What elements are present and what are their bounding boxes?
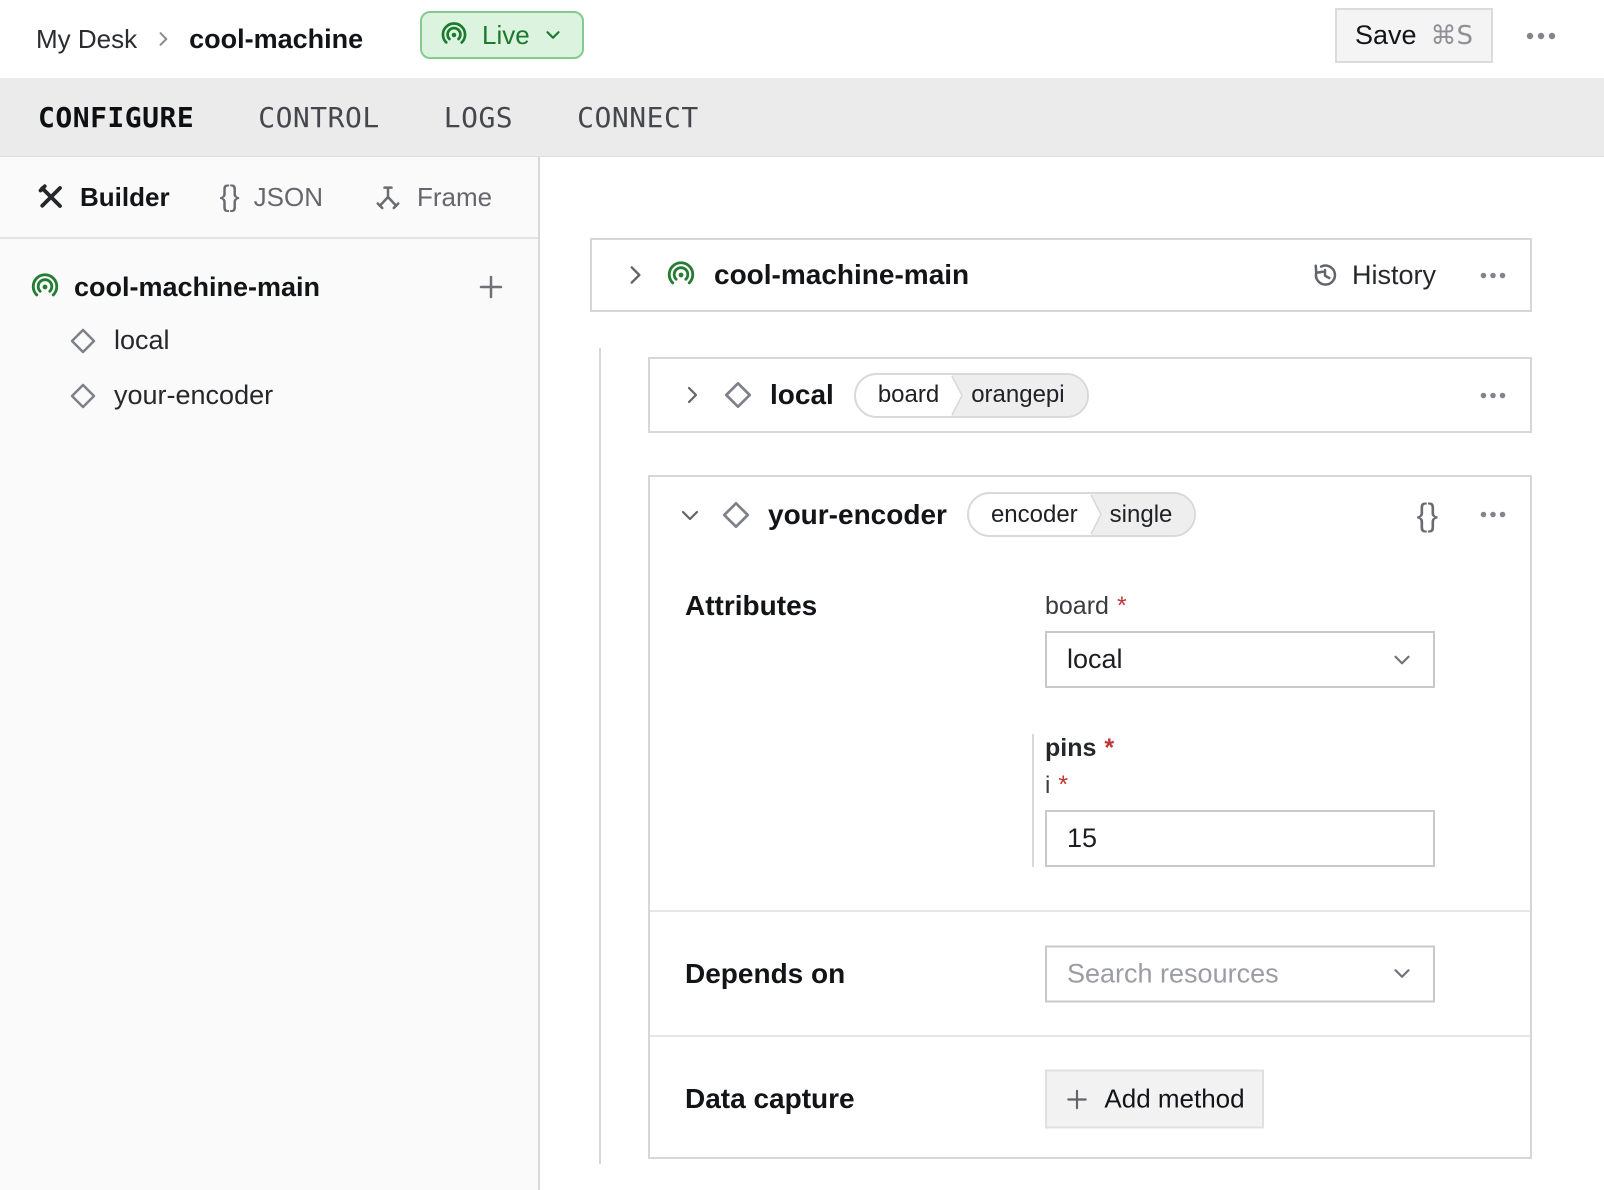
- board-select-value: local: [1067, 644, 1123, 675]
- component-diamond-icon: [720, 499, 752, 531]
- component-diamond-icon: [722, 379, 754, 411]
- config-main-panel: cool-machine-main History: [540, 157, 1604, 1190]
- view-tab-label: JSON: [254, 182, 323, 213]
- view-mode-tabs: Builder {} JSON Frame: [0, 157, 538, 239]
- tab-configure[interactable]: CONFIGURE: [38, 101, 194, 134]
- breadcrumb-parent-link[interactable]: My Desk: [36, 24, 137, 55]
- json-view-button[interactable]: {}: [1413, 495, 1442, 535]
- tree-root-machine[interactable]: cool-machine-main: [28, 261, 510, 313]
- data-capture-section: Data capture Add method: [650, 1035, 1530, 1161]
- attributes-section: Attributes board* local pins* i*: [650, 552, 1530, 910]
- view-tab-json[interactable]: {} JSON: [220, 182, 323, 213]
- badge-model: single: [1106, 494, 1195, 535]
- expand-chevron-right-icon[interactable]: [618, 258, 652, 292]
- live-icon: [664, 258, 698, 292]
- tab-logs[interactable]: LOGS: [444, 101, 513, 134]
- local-card-title: local: [770, 379, 834, 411]
- breadcrumb: My Desk cool-machine: [36, 0, 363, 78]
- history-icon: [1310, 260, 1340, 290]
- tree-item-label: your-encoder: [114, 380, 273, 411]
- add-component-button[interactable]: [472, 268, 510, 306]
- encoder-resource-card: your-encoder encoder single {} Attribute…: [648, 475, 1532, 1159]
- required-marker: *: [1104, 734, 1114, 762]
- collapse-chevron-down-icon[interactable]: [674, 499, 706, 531]
- chevron-down-icon: [1389, 647, 1415, 673]
- component-diamond-icon: [68, 326, 98, 356]
- tree-item-your-encoder[interactable]: your-encoder: [68, 368, 510, 423]
- tree-item-local[interactable]: local: [68, 313, 510, 368]
- local-resource-card: local board orangepi: [648, 357, 1532, 433]
- save-label: Save: [1355, 20, 1417, 51]
- view-tab-label: Frame: [417, 182, 492, 213]
- tree-item-label: local: [114, 325, 170, 356]
- live-icon: [438, 19, 470, 51]
- encoder-card-title: your-encoder: [768, 499, 947, 531]
- tab-control[interactable]: CONTROL: [258, 101, 380, 134]
- frame-icon: [373, 182, 403, 212]
- view-tab-label: Builder: [80, 182, 170, 213]
- live-label: Live: [482, 20, 530, 51]
- topbar-menu-button[interactable]: [1522, 28, 1560, 44]
- tab-connect[interactable]: CONNECT: [577, 101, 699, 134]
- view-tab-frame[interactable]: Frame: [373, 182, 492, 213]
- board-select[interactable]: local: [1045, 631, 1435, 688]
- machine-card-menu-button[interactable]: [1476, 268, 1510, 283]
- tree-connector-line: [599, 348, 601, 1164]
- depends-on-placeholder: Search resources: [1067, 958, 1279, 989]
- component-diamond-icon: [68, 381, 98, 411]
- save-button[interactable]: Save ⌘S: [1335, 8, 1493, 63]
- badge-type: board: [856, 375, 947, 416]
- tree-children: local your-encoder: [28, 313, 510, 423]
- chevron-down-icon: [542, 24, 564, 46]
- pins-group-label: pins*: [1045, 734, 1435, 763]
- braces-icon: {}: [220, 182, 240, 212]
- pin-i-value: 15: [1067, 823, 1097, 854]
- tools-icon: [36, 182, 66, 212]
- nav-tab-bar: CONFIGURE CONTROL LOGS CONNECT: [0, 78, 1604, 157]
- badge-separator: [947, 375, 967, 416]
- pins-group: pins* i* 15: [1032, 734, 1435, 867]
- config-sidebar: Builder {} JSON Frame: [0, 157, 540, 1190]
- save-shortcut: ⌘S: [1431, 21, 1474, 51]
- add-method-label: Add method: [1104, 1084, 1244, 1115]
- machine-card-title: cool-machine-main: [714, 259, 969, 291]
- attributes-fields: board* local pins* i* 15: [1045, 592, 1435, 867]
- live-icon: [28, 270, 62, 304]
- machine-card: cool-machine-main History: [590, 238, 1532, 312]
- pin-i-input[interactable]: 15: [1045, 810, 1435, 867]
- data-capture-section-label: Data capture: [685, 1083, 855, 1115]
- depends-on-section-label: Depends on: [685, 958, 845, 990]
- resource-type-badge: encoder single: [967, 492, 1196, 537]
- board-field-label: board*: [1045, 592, 1435, 621]
- required-marker: *: [1117, 592, 1127, 620]
- badge-separator: [1086, 494, 1106, 535]
- expand-chevron-right-icon[interactable]: [676, 379, 708, 411]
- resource-tree: cool-machine-main local your-encoder: [0, 239, 538, 423]
- encoder-card-header: your-encoder encoder single {}: [650, 477, 1530, 552]
- history-button[interactable]: History: [1310, 260, 1436, 291]
- local-card-menu-button[interactable]: [1476, 388, 1510, 403]
- depends-on-select[interactable]: Search resources: [1045, 945, 1435, 1002]
- tree-root-label: cool-machine-main: [74, 272, 320, 303]
- depends-on-section: Depends on Search resources: [650, 910, 1530, 1035]
- resource-type-badge: board orangepi: [854, 373, 1089, 418]
- chevron-down-icon: [1389, 961, 1415, 987]
- breadcrumb-current: cool-machine: [189, 24, 363, 55]
- history-label: History: [1352, 260, 1436, 291]
- badge-type: encoder: [969, 494, 1086, 535]
- required-marker: *: [1058, 771, 1068, 799]
- view-tab-builder[interactable]: Builder: [36, 182, 170, 213]
- attributes-section-label: Attributes: [685, 590, 817, 622]
- encoder-card-menu-button[interactable]: [1476, 507, 1510, 522]
- machine-status-dropdown[interactable]: Live: [420, 11, 584, 59]
- add-method-button[interactable]: Add method: [1045, 1070, 1264, 1129]
- plus-icon: [1064, 1086, 1090, 1112]
- top-bar: My Desk cool-machine Live Save ⌘S: [0, 0, 1604, 78]
- breadcrumb-chevron-icon: [153, 29, 173, 49]
- pin-i-label: i*: [1045, 771, 1435, 800]
- badge-model: orangepi: [967, 375, 1086, 416]
